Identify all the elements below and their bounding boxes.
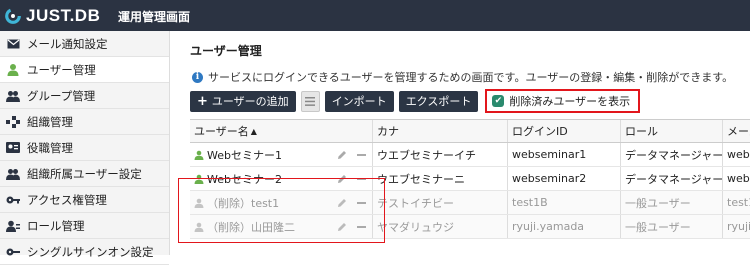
- role-cell: 一般ユーザー: [621, 191, 723, 214]
- sidebar-item-label: 組織所属ユーザー設定: [27, 166, 142, 181]
- org-chart-icon: [6, 115, 20, 129]
- column-header-mail[interactable]: メール: [723, 120, 750, 142]
- user-role-icon: [6, 219, 20, 233]
- add-user-label: ユーザーの追加: [211, 95, 289, 108]
- logo-mark-icon: [5, 8, 21, 24]
- page-title: ユーザー管理: [190, 44, 262, 58]
- row-actions: [337, 150, 366, 160]
- info-text: サービスにログインできるユーザーを管理するための画面です。ユーザーの登録・編集・…: [208, 71, 734, 84]
- show-deleted-users-label: 削除済みユーザーを表示: [509, 95, 631, 108]
- sidebar-item-role-management[interactable]: ロール管理: [0, 213, 169, 239]
- sidebar-item-label: 組織管理: [27, 114, 73, 129]
- table-header: ユーザー名 ▲ カナ ログインID ロール メール: [190, 120, 750, 143]
- checkbox-checked-icon[interactable]: ✔: [492, 95, 505, 107]
- show-deleted-users-toggle[interactable]: ✔ 削除済みユーザーを表示: [485, 89, 641, 113]
- sidebar-item-sso-settings[interactable]: シングルサインオン設定: [0, 239, 169, 265]
- sidebar-item-organization-management[interactable]: 組織管理: [0, 109, 169, 135]
- edit-icon[interactable]: [337, 150, 347, 160]
- column-header-username[interactable]: ユーザー名 ▲: [190, 120, 373, 142]
- kana-cell: ヤマダリュウジ: [373, 215, 508, 238]
- plus-icon: +: [197, 93, 208, 109]
- login-id-cell: test1B: [508, 191, 621, 214]
- key-icon: [6, 245, 20, 259]
- login-id-cell: webseminar2: [508, 167, 621, 190]
- mail-cell: ryuji: [727, 220, 750, 233]
- mail-cell: test1: [727, 196, 750, 209]
- kana-cell: テストイチビー: [373, 191, 508, 214]
- mail-cell: web: [727, 172, 750, 185]
- export-button[interactable]: エクスポート: [398, 90, 479, 112]
- user-icon: [6, 63, 20, 77]
- users-icon: [6, 89, 20, 103]
- sidebar-item-label: シングルサインオン設定: [27, 244, 154, 259]
- deleted-rows-highlight: [178, 178, 385, 243]
- envelope-icon: [6, 37, 20, 51]
- sidebar: メール通知設定 ユーザー管理 グループ管理 組織管理 役職管理 組織所属ユーザー…: [0, 31, 170, 265]
- list-view-button[interactable]: [300, 90, 320, 112]
- sidebar-item-label: ユーザー管理: [27, 62, 96, 77]
- column-label: ユーザー名: [194, 125, 249, 138]
- sidebar-item-mail-notification[interactable]: メール通知設定: [0, 31, 169, 57]
- sidebar-item-label: ロール管理: [27, 218, 85, 233]
- role-cell: データマネージャー: [621, 143, 723, 166]
- list-icon: [305, 96, 316, 106]
- app-title: 運用管理画面: [118, 10, 191, 24]
- table-row[interactable]: Webセミナー1 ウエブセミナーイチ webseminar1 データマネージャー…: [190, 143, 750, 167]
- add-user-button[interactable]: + ユーザーの追加: [190, 90, 296, 112]
- kana-cell: ウエブセミナーニ: [373, 167, 508, 190]
- toolbar: + ユーザーの追加 インポート エクスポート ✔ 削除済みユーザーを表示: [190, 89, 641, 113]
- sidebar-item-label: グループ管理: [27, 88, 96, 103]
- logo-text: JUST.DB: [26, 6, 101, 25]
- login-id-cell: webseminar1: [508, 143, 621, 166]
- column-header-role[interactable]: ロール: [621, 120, 723, 142]
- user-icon: [194, 150, 204, 160]
- login-id-cell: ryuji.yamada: [508, 215, 621, 238]
- sort-ascending-icon: ▲: [250, 126, 257, 136]
- kana-cell: ウエブセミナーイチ: [373, 143, 508, 166]
- info-message: i サービスにログインできるユーザーを管理するための画面です。ユーザーの登録・編…: [192, 69, 733, 85]
- sidebar-item-position-management[interactable]: 役職管理: [0, 135, 169, 161]
- top-bar: JUST.DB 運用管理画面: [0, 0, 750, 31]
- mail-cell: web: [727, 148, 750, 161]
- sidebar-item-access-rights[interactable]: アクセス権管理: [0, 187, 169, 213]
- sidebar-item-user-management[interactable]: ユーザー管理: [0, 57, 169, 83]
- sidebar-item-label: 役職管理: [27, 140, 73, 155]
- username-cell[interactable]: Webセミナー1: [190, 143, 373, 166]
- role-cell: 一般ユーザー: [621, 215, 723, 238]
- sidebar-item-group-management[interactable]: グループ管理: [0, 83, 169, 109]
- info-icon: i: [192, 71, 203, 83]
- logo[interactable]: JUST.DB: [4, 4, 100, 28]
- column-header-kana[interactable]: カナ: [373, 120, 508, 142]
- import-button[interactable]: インポート: [324, 90, 394, 112]
- role-cell: データマネージャー: [621, 167, 723, 190]
- key-icon: [6, 193, 20, 207]
- delete-icon[interactable]: [357, 153, 366, 156]
- id-card-icon: [6, 141, 20, 155]
- username-text: Webセミナー1: [207, 148, 282, 162]
- users-icon: [6, 167, 20, 181]
- sidebar-item-label: メール通知設定: [27, 36, 108, 51]
- sidebar-item-label: アクセス権管理: [27, 192, 107, 207]
- column-header-login-id[interactable]: ログインID: [508, 120, 621, 142]
- sidebar-item-org-user-settings[interactable]: 組織所属ユーザー設定: [0, 161, 169, 187]
